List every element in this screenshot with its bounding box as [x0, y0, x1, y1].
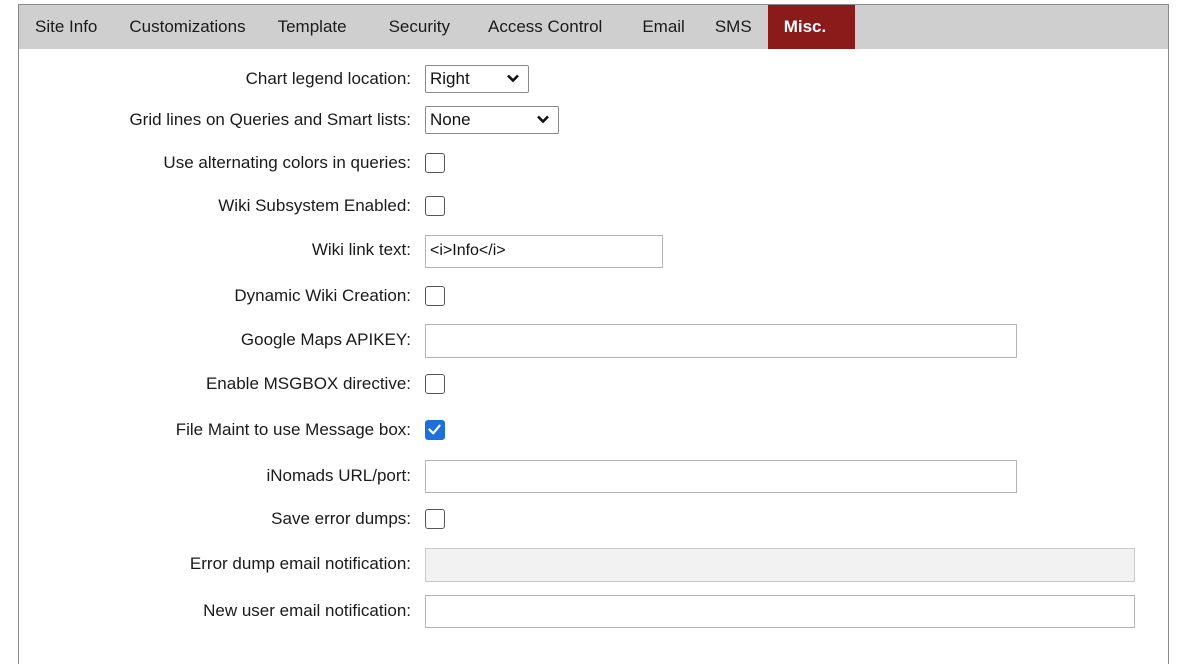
alt-colors-checkbox[interactable]: [425, 153, 445, 173]
inomads-url-input[interactable]: [425, 460, 1017, 493]
dynamic-wiki-label: Dynamic Wiki Creation:: [234, 286, 411, 305]
grid-lines-row: Grid lines on Queries and Smart lists: N…: [19, 104, 1168, 136]
msgbox-directive-checkbox[interactable]: [425, 374, 445, 394]
wiki-link-text-row: Wiki link text: <i>Info</i>: [19, 234, 1168, 268]
dynamic-wiki-checkbox[interactable]: [425, 286, 445, 306]
wiki-enabled-checkbox[interactable]: [425, 196, 445, 216]
error-dump-email-input[interactable]: [425, 548, 1135, 582]
file-maint-checkbox[interactable]: [425, 420, 445, 440]
grid-lines-select[interactable]: None: [425, 106, 559, 134]
new-user-email-label: New user email notification:: [203, 601, 411, 620]
grid-lines-label: Grid lines on Queries and Smart lists:: [129, 110, 411, 129]
save-error-dumps-row: Save error dumps:: [19, 503, 1168, 535]
chart-legend-row: Chart legend location: Right: [19, 63, 1168, 95]
alt-colors-label: Use alternating colors in queries:: [163, 153, 411, 172]
save-error-dumps-label: Save error dumps:: [271, 509, 411, 528]
tab-customizations[interactable]: Customizations: [113, 5, 261, 49]
dynamic-wiki-row: Dynamic Wiki Creation:: [19, 280, 1168, 312]
wiki-enabled-row: Wiki Subsystem Enabled:: [19, 190, 1168, 222]
error-dump-email-label: Error dump email notification:: [189, 554, 411, 573]
grid-lines-value: None: [430, 110, 471, 129]
file-maint-label: File Maint to use Message box:: [175, 420, 411, 439]
tab-template[interactable]: Template: [262, 5, 363, 49]
error-dump-email-row: Error dump email notification:: [19, 548, 1168, 582]
file-maint-row: File Maint to use Message box:: [19, 414, 1168, 446]
inomads-row: iNomads URL/port:: [19, 460, 1168, 493]
tab-misc[interactable]: Misc.: [767, 5, 855, 49]
checkmark-icon: [428, 424, 441, 435]
wiki-link-text-label: Wiki link text:: [311, 240, 411, 259]
google-maps-label: Google Maps APIKEY:: [240, 330, 411, 349]
tab-site-info[interactable]: Site Info: [19, 5, 113, 49]
save-error-dumps-checkbox[interactable]: [425, 509, 445, 529]
tab-bar: Site Info Customizations Template Securi…: [19, 5, 1168, 49]
tab-email[interactable]: Email: [618, 5, 701, 49]
chart-legend-select[interactable]: Right: [425, 65, 529, 93]
chart-legend-label: Chart legend location:: [245, 69, 411, 88]
google-maps-row: Google Maps APIKEY:: [19, 324, 1168, 358]
wiki-enabled-label: Wiki Subsystem Enabled:: [218, 196, 411, 215]
chevron-down-icon: [507, 74, 519, 83]
msgbox-directive-row: Enable MSGBOX directive:: [19, 368, 1168, 400]
alt-colors-row: Use alternating colors in queries:: [19, 147, 1168, 179]
msgbox-directive-label: Enable MSGBOX directive:: [205, 374, 411, 393]
new-user-email-input[interactable]: [425, 595, 1135, 628]
google-maps-apikey-input[interactable]: [425, 324, 1017, 358]
new-user-email-row: New user email notification:: [19, 595, 1168, 628]
inomads-label: iNomads URL/port:: [266, 466, 411, 485]
tab-sms[interactable]: SMS: [701, 5, 768, 49]
chevron-down-icon: [537, 115, 549, 124]
tab-access-control[interactable]: Access Control: [466, 5, 618, 49]
tab-security[interactable]: Security: [363, 5, 466, 49]
chart-legend-value: Right: [430, 69, 470, 88]
wiki-link-text-input[interactable]: <i>Info</i>: [425, 235, 663, 268]
